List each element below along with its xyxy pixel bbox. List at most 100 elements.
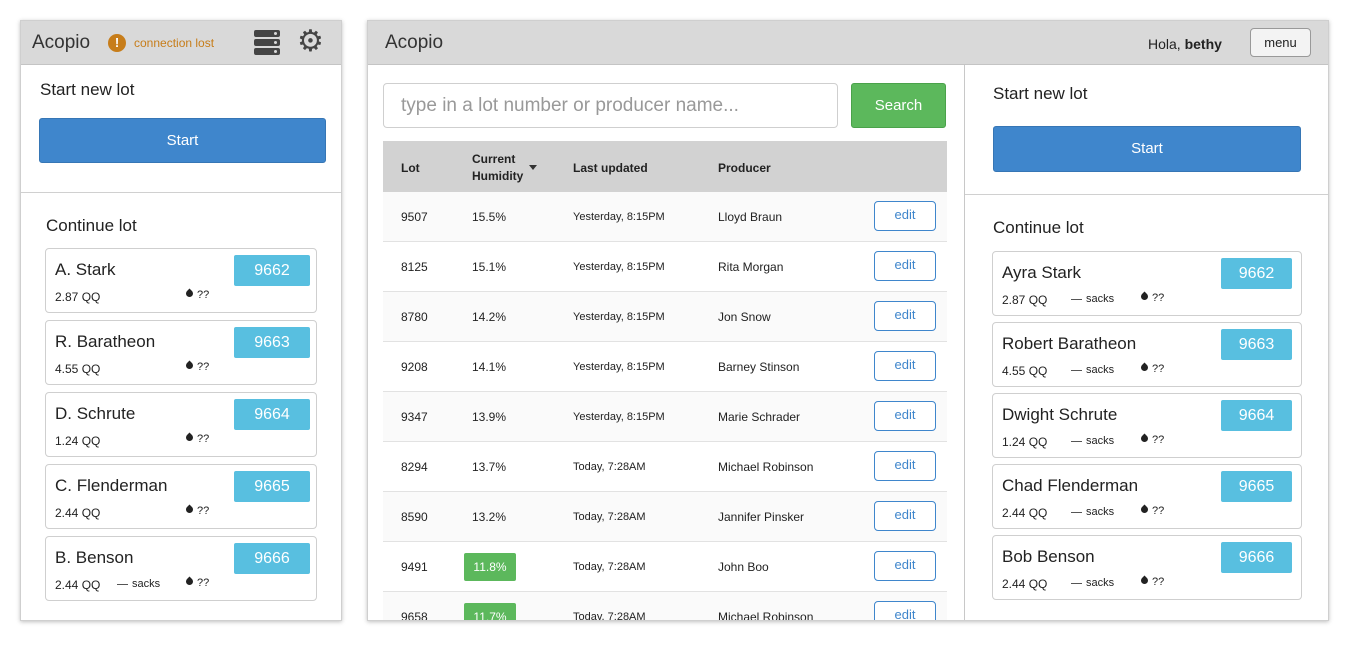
lot-humidity-value: ?? <box>1152 576 1165 588</box>
lot-producer-name: R. Baratheon <box>55 332 156 351</box>
start-button[interactable]: Start <box>39 118 326 163</box>
lot-sacks: sacks <box>1071 506 1114 518</box>
lot-card[interactable]: R. Baratheon 4.55 QQ?? 9663 <box>45 320 317 385</box>
edit-button[interactable]: edit <box>874 551 936 581</box>
cell-lot: 8780 <box>401 310 428 324</box>
table-row: 8590 13.2% Today, 7:28AM Jannifer Pinsker ed… <box>383 492 947 542</box>
lot-card[interactable]: Bob Benson 2.44 QQ sacks?? 9666 <box>992 535 1302 600</box>
table-row: 9507 15.5% Yesterday, 8:15PM Lloyd Braun edi… <box>383 192 947 242</box>
cell-producer: Jon Snow <box>718 310 771 324</box>
cell-lot: 8125 <box>401 260 428 274</box>
header-humidity-line2[interactable]: Humidity <box>472 169 523 183</box>
lot-number-badge[interactable]: 9666 <box>1221 542 1292 573</box>
lot-producer-name: A. Stark <box>55 260 116 279</box>
edit-button[interactable]: edit <box>874 201 936 231</box>
lot-card[interactable]: Chad Flenderman 2.44 QQ sacks?? 9665 <box>992 464 1302 529</box>
lot-number-badge[interactable]: 9666 <box>234 543 310 574</box>
cell-producer: Michael Robinson <box>718 610 814 621</box>
water-drop-icon <box>184 432 195 443</box>
lot-sacks: sacks <box>117 578 160 590</box>
cell-humidity-badge: 11.8% <box>464 553 516 581</box>
cell-lot: 9507 <box>401 210 428 224</box>
lot-number-badge[interactable]: 9662 <box>234 255 310 286</box>
lot-number-badge[interactable]: 9664 <box>234 399 310 430</box>
gear-icon[interactable]: ⚙ <box>297 27 324 57</box>
header-last-updated[interactable]: Last updated <box>573 161 648 175</box>
edit-button[interactable]: edit <box>874 451 936 481</box>
lot-quantity: 2.87 QQ <box>1002 293 1048 307</box>
dash-icon <box>1071 369 1082 371</box>
water-drop-icon <box>184 576 195 587</box>
edit-button[interactable]: edit <box>874 351 936 381</box>
cell-lot: 8590 <box>401 510 428 524</box>
lot-humidity: ?? <box>184 360 209 373</box>
lot-number-badge[interactable]: 9665 <box>234 471 310 502</box>
cell-last-updated: Today, 7:28AM <box>573 461 646 473</box>
desktop-topbar: Acopio Hola, bethy menu <box>368 21 1328 65</box>
lot-number-badge[interactable]: 9662 <box>1221 258 1292 289</box>
lot-card[interactable]: B. Benson 2.44 QQ sacks?? 9666 <box>45 536 317 601</box>
lot-sacks-label: sacks <box>1086 577 1115 589</box>
edit-button[interactable]: edit <box>874 501 936 531</box>
lot-card[interactable]: Robert Baratheon 4.55 QQ sacks?? 9663 <box>992 322 1302 387</box>
dash-icon <box>1071 582 1082 584</box>
water-drop-icon <box>1139 291 1150 302</box>
lot-quantity: 2.44 QQ <box>55 578 101 592</box>
mobile-topbar: Acopio ! connection lost ⚙ <box>21 21 341 65</box>
edit-button[interactable]: edit <box>874 401 936 431</box>
edit-button[interactable]: edit <box>874 601 936 620</box>
lot-quantity: 2.87 QQ <box>55 290 101 304</box>
lot-sacks: sacks <box>1071 435 1114 447</box>
lot-humidity: ?? <box>1139 433 1164 446</box>
lots-table: Lot Current Humidity Last updated Produc… <box>383 141 947 621</box>
lot-card[interactable]: C. Flenderman 2.44 QQ?? 9665 <box>45 464 317 529</box>
header-lot[interactable]: Lot <box>401 161 420 175</box>
menu-button[interactable]: menu <box>1250 28 1311 57</box>
dash-icon <box>1071 511 1082 513</box>
search-button[interactable]: Search <box>851 83 946 128</box>
lot-producer-name: B. Benson <box>55 548 134 567</box>
table-row: 9658 11.7% Today, 7:28AM Michael Robinson ed… <box>383 592 947 621</box>
server-icon[interactable] <box>254 30 280 56</box>
cell-producer: Michael Robinson <box>718 460 814 474</box>
lot-number-badge[interactable]: 9663 <box>1221 329 1292 360</box>
app-brand: Acopio <box>385 32 444 53</box>
sort-down-icon[interactable] <box>529 165 537 170</box>
lot-producer-name: Dwight Schrute <box>1002 405 1118 424</box>
cell-last-updated: Yesterday, 8:15PM <box>573 361 665 373</box>
column-divider <box>964 65 965 620</box>
lot-card[interactable]: Ayra Stark 2.87 QQ sacks?? 9662 <box>992 251 1302 316</box>
lot-humidity: ?? <box>1139 362 1164 375</box>
lot-quantity: 4.55 QQ <box>1002 364 1048 378</box>
lot-humidity: ?? <box>184 576 209 589</box>
water-drop-icon <box>184 504 195 515</box>
edit-button[interactable]: edit <box>874 301 936 331</box>
start-button[interactable]: Start <box>993 126 1301 172</box>
table-row: 9208 14.1% Yesterday, 8:15PM Barney Stinson… <box>383 342 947 392</box>
search-input[interactable] <box>383 83 838 128</box>
cell-lot: 9208 <box>401 360 428 374</box>
cell-humidity: 15.1% <box>472 260 507 274</box>
lot-quantity: 1.24 QQ <box>55 434 101 448</box>
mobile-view: Acopio ! connection lost ⚙ Start new lot… <box>20 20 342 621</box>
header-humidity-line1[interactable]: Current <box>472 152 515 166</box>
cell-last-updated: Today, 7:28AM <box>573 561 646 573</box>
lot-number-badge[interactable]: 9663 <box>234 327 310 358</box>
start-lot-title: Start new lot <box>40 80 135 99</box>
lot-card[interactable]: D. Schrute 1.24 QQ?? 9664 <box>45 392 317 457</box>
lot-sacks-label: sacks <box>1086 293 1115 305</box>
lot-number-badge[interactable]: 9664 <box>1221 400 1292 431</box>
divider <box>965 194 1328 195</box>
lot-sacks-label: sacks <box>1086 364 1115 376</box>
divider <box>21 192 341 193</box>
user-name: bethy <box>1184 36 1222 52</box>
lot-humidity-value: ?? <box>1152 292 1165 304</box>
lot-card[interactable]: Dwight Schrute 1.24 QQ sacks?? 9664 <box>992 393 1302 458</box>
lot-humidity: ?? <box>1139 504 1164 517</box>
lot-quantity: 2.44 QQ <box>55 506 101 520</box>
lot-number-badge[interactable]: 9665 <box>1221 471 1292 502</box>
edit-button[interactable]: edit <box>874 251 936 281</box>
lot-card[interactable]: A. Stark 2.87 QQ?? 9662 <box>45 248 317 313</box>
lot-humidity-value: ?? <box>197 505 210 517</box>
header-producer[interactable]: Producer <box>718 161 771 175</box>
